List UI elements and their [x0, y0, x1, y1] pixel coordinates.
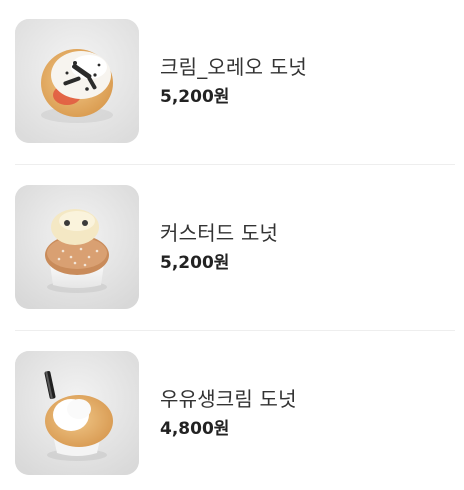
menu-item-price: 5,200원	[160, 87, 230, 107]
menu-item-name: 크림_오레오 도넛	[160, 55, 307, 79]
milk-cream-donut-image	[15, 351, 139, 475]
menu-list: 크림_오레오 도넛 5,200원 커스터드 도넛 5,200원 우유생크림 도넛…	[0, 0, 464, 490]
menu-item-name: 우유생크림 도넛	[160, 387, 297, 411]
custard-donut-image	[15, 185, 139, 309]
menu-item-info: 우유생크림 도넛 4,800원	[160, 386, 297, 440]
menu-item-milk-cream-donut[interactable]: 우유생크림 도넛 4,800원	[15, 350, 455, 476]
divider	[15, 164, 455, 165]
menu-item-info: 크림_오레오 도넛 5,200원	[160, 54, 307, 108]
cream-oreo-donut-image	[15, 19, 139, 143]
menu-item-custard-donut[interactable]: 커스터드 도넛 5,200원	[15, 184, 455, 310]
menu-item-info: 커스터드 도넛 5,200원	[160, 220, 278, 274]
menu-item-name: 커스터드 도넛	[160, 221, 279, 245]
menu-item-price: 4,800원	[160, 419, 230, 439]
menu-item-price: 5,200원	[160, 253, 230, 273]
menu-item-cream-oreo-donut[interactable]: 크림_오레오 도넛 5,200원	[15, 18, 455, 144]
divider	[15, 330, 455, 331]
